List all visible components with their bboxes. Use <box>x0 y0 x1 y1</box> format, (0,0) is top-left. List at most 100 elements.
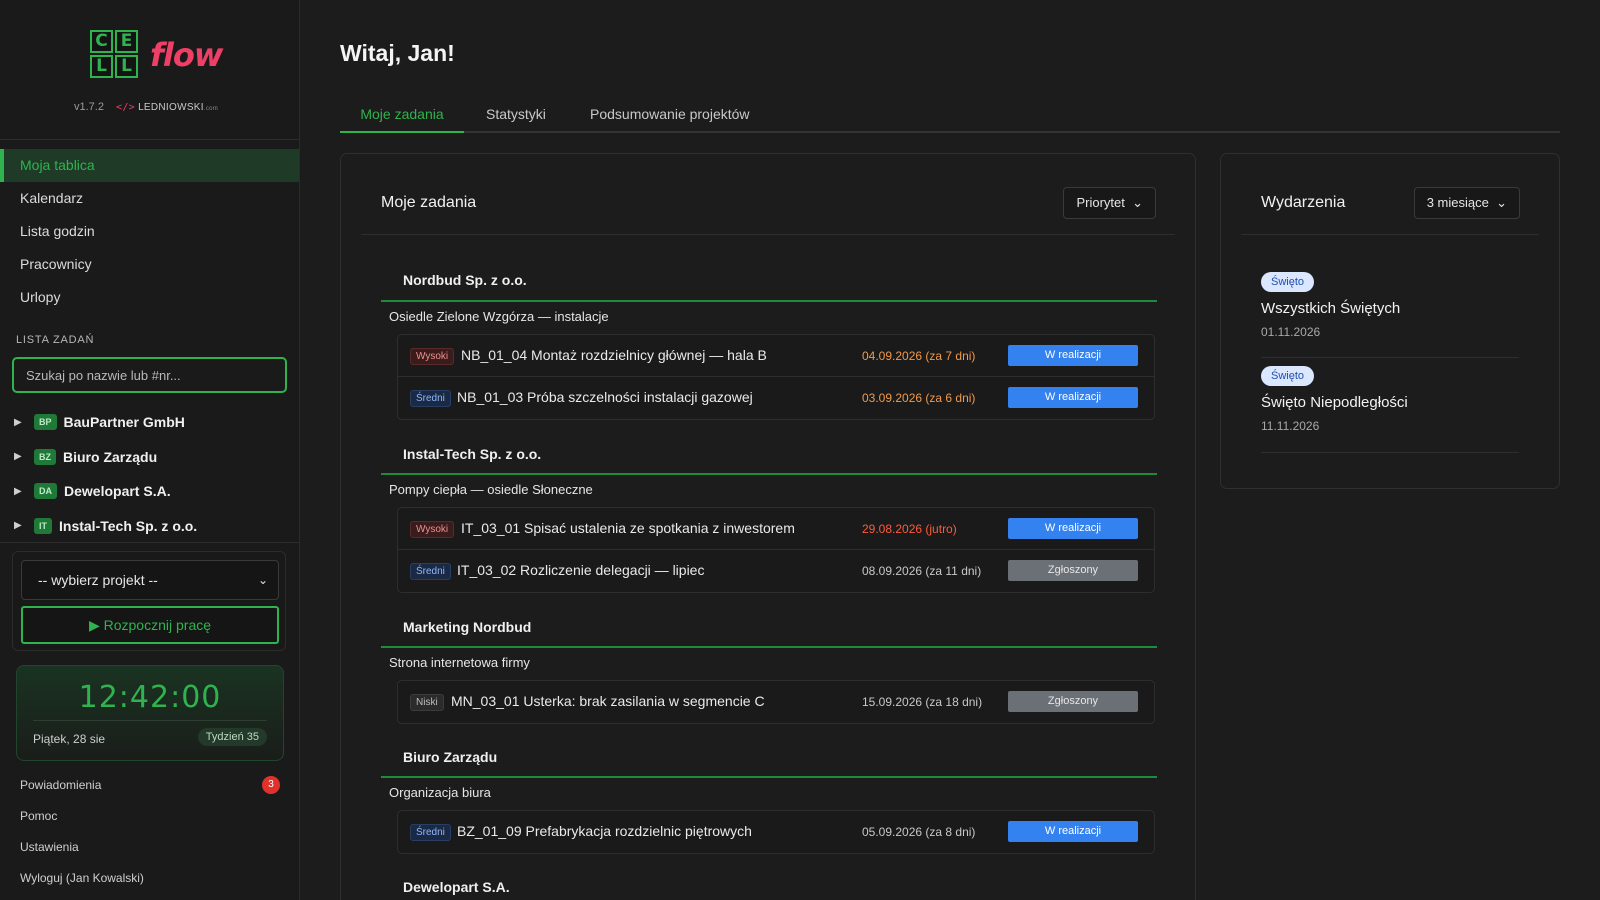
logo-area: C E L L flow v1.7.2 </> LEDNIOWSKI.com <box>0 0 299 140</box>
event-date: 01.11.2026 <box>1261 325 1321 339</box>
tab-moje-zadania[interactable]: Moje zadania <box>340 97 464 133</box>
chevron-down-icon: ⌄ <box>257 573 268 587</box>
task-row[interactable]: Wysoki NB_01_04 Montaż rozdzielnicy głów… <box>398 335 1154 377</box>
task-title: BZ_01_09 Prefabrykacja rozdzielnic piętr… <box>457 823 752 839</box>
sort-dropdown[interactable]: Priorytet ⌄ <box>1063 187 1156 219</box>
task-title: MN_03_01 Usterka: brak zasilania w segme… <box>451 693 765 709</box>
status-badge: W realizacji <box>1008 518 1138 539</box>
task-title: NB_01_04 Montaż rozdzielnicy głównej — h… <box>461 347 767 363</box>
client-name: Instal-Tech Sp. z o.o. <box>59 517 198 534</box>
tree-item-dewelopart[interactable]: ▶ DA Dewelopart S.A. <box>14 474 294 509</box>
expand-arrow-icon: ▶ <box>14 485 22 497</box>
task-due-date: 29.08.2026 (jutro) <box>862 522 957 536</box>
expand-arrow-icon: ▶ <box>14 451 22 463</box>
tasks-card-title: Moje zadania <box>381 194 477 211</box>
project-heading: Organizacja biura <box>389 785 491 800</box>
events-card-title: Wydarzenia <box>1261 194 1346 211</box>
task-title: IT_03_02 Rozliczenie delegacji — lipiec <box>457 562 705 578</box>
client-tree: ▶ BP BauPartner GmbH ▶ BZ Biuro Zarządu … <box>14 405 294 543</box>
logout-link[interactable]: Wyloguj (Jan Kowalski) <box>20 863 280 894</box>
vendor-suffix: .com <box>203 106 219 112</box>
task-due-date: 15.09.2026 (za 18 dni) <box>862 695 983 709</box>
expand-arrow-icon: ▶ <box>14 416 22 428</box>
start-work-button[interactable]: ▶ Rozpocznij pracę <box>21 606 279 644</box>
client-badge: BP <box>34 414 57 431</box>
event-date: 11.11.2026 <box>1261 419 1320 433</box>
help-link[interactable]: Pomoc <box>20 801 280 832</box>
tree-item-baupartner[interactable]: ▶ BP BauPartner GmbH <box>14 405 294 440</box>
expand-arrow-icon: ▶ <box>14 520 22 532</box>
code-icon: </> <box>116 102 135 113</box>
client-divider <box>381 646 1157 648</box>
page-title: Witaj, Jan! <box>340 40 455 66</box>
tab-podsumowanie-projektow[interactable]: Podsumowanie projektów <box>590 97 750 131</box>
task-row[interactable]: Średni BZ_01_09 Prefabrykacja rozdzielni… <box>398 811 1154 853</box>
notifications-label: Powiadomienia <box>20 778 102 792</box>
event-name: Wszystkich Świętych <box>1261 300 1401 317</box>
task-due-date: 04.09.2026 (za 7 dni) <box>862 349 976 363</box>
client-heading: Dewelopart S.A. <box>403 879 510 895</box>
task-due-date: 08.09.2026 (za 11 dni) <box>862 564 982 578</box>
status-badge: W realizacji <box>1008 821 1138 842</box>
clock-time: 12:42:00 <box>78 680 222 715</box>
client-heading: Biuro Zarządu <box>403 749 498 765</box>
footer-links: Powiadomienia 3 Pomoc Ustawienia Wyloguj… <box>20 770 280 894</box>
priority-badge: Średni <box>410 824 451 841</box>
task-row[interactable]: Średni NB_01_03 Próba szczelności instal… <box>398 377 1154 419</box>
nav-item-kalendarz[interactable]: Kalendarz <box>0 182 299 215</box>
tab-statystyki[interactable]: Statystyki <box>486 97 546 131</box>
client-badge: DA <box>34 483 57 500</box>
task-row[interactable]: Wysoki IT_03_01 Spisać ustalenia ze spot… <box>398 508 1154 550</box>
task-list: Średni BZ_01_09 Prefabrykacja rozdzielni… <box>397 810 1155 854</box>
priority-badge: Niski <box>410 694 444 711</box>
client-badge: BZ <box>34 448 56 465</box>
notifications-link[interactable]: Powiadomienia 3 <box>20 770 280 801</box>
client-divider <box>381 300 1157 302</box>
task-title: NB_01_03 Próba szczelności instalacji ga… <box>457 389 753 405</box>
client-divider <box>381 776 1157 778</box>
tree-item-instal-tech[interactable]: ▶ IT Instal-Tech Sp. z o.o. <box>14 509 294 544</box>
client-name: Dewelopart S.A. <box>64 483 171 500</box>
priority-badge: Średni <box>410 390 451 407</box>
project-heading: Strona internetowa firmy <box>389 655 530 670</box>
card-divider <box>1241 234 1539 235</box>
task-list: Wysoki NB_01_04 Montaż rozdzielnicy głów… <box>397 334 1155 420</box>
event-divider <box>1261 357 1519 358</box>
task-list-heading: LISTA ZADAŃ <box>16 334 95 346</box>
card-divider <box>361 234 1175 235</box>
event-name: Święto Niepodległości <box>1261 394 1408 411</box>
app-version: v1.7.2 <box>74 101 104 113</box>
sidebar-divider <box>0 542 299 543</box>
events-card: Wydarzenia 3 miesiące ⌄ Święto Wszystkic… <box>1220 153 1560 489</box>
main-nav: Moja tablica Kalendarz Lista godzin Prac… <box>0 149 299 314</box>
range-dropdown[interactable]: 3 miesiące ⌄ <box>1413 187 1520 219</box>
logo-letter: E <box>115 30 138 53</box>
event-divider <box>1261 452 1519 453</box>
event-item[interactable]: Święto Święto Niepodległości 11.11.2026 <box>1261 366 1519 433</box>
range-label: 3 miesiące <box>1426 195 1489 210</box>
vendor-name: LEDNIOWSKI <box>138 102 204 113</box>
nav-item-urlopy[interactable]: Urlopy <box>0 281 299 314</box>
nav-item-moja-tablica[interactable]: Moja tablica <box>0 149 299 182</box>
nav-item-lista-godzin[interactable]: Lista godzin <box>0 215 299 248</box>
tab-bar: Moje zadania Statystyki Podsumowanie pro… <box>340 97 1560 133</box>
sidebar: C E L L flow v1.7.2 </> LEDNIOWSKI.com M… <box>0 0 300 900</box>
priority-badge: Wysoki <box>410 521 455 538</box>
settings-link[interactable]: Ustawienia <box>20 832 280 863</box>
project-select[interactable]: -- wybierz projekt -- ⌄ <box>21 560 279 600</box>
week-badge: Tydzień 35 <box>197 728 267 746</box>
logo-word: flow <box>150 36 223 74</box>
task-search-input[interactable] <box>12 357 287 393</box>
tree-item-biuro-zarzadu[interactable]: ▶ BZ Biuro Zarządu <box>14 440 294 475</box>
status-badge: W realizacji <box>1008 345 1138 366</box>
main-content: Witaj, Jan! Moje zadania Statystyki Pods… <box>300 0 1600 900</box>
app-logo[interactable]: C E L L flow <box>90 30 223 85</box>
task-row[interactable]: Średni IT_03_02 Rozliczenie delegacji — … <box>398 550 1154 592</box>
nav-item-pracownicy[interactable]: Pracownicy <box>0 248 299 281</box>
vendor-brand[interactable]: </> LEDNIOWSKI.com <box>116 102 218 113</box>
event-item[interactable]: Święto Wszystkich Świętych 01.11.2026 <box>1261 272 1519 339</box>
task-row[interactable]: Niski MN_03_01 Usterka: brak zasilania w… <box>398 681 1154 723</box>
client-heading: Instal-Tech Sp. z o.o. <box>403 446 542 462</box>
client-divider <box>381 473 1157 475</box>
logo-letter: C <box>90 30 113 53</box>
